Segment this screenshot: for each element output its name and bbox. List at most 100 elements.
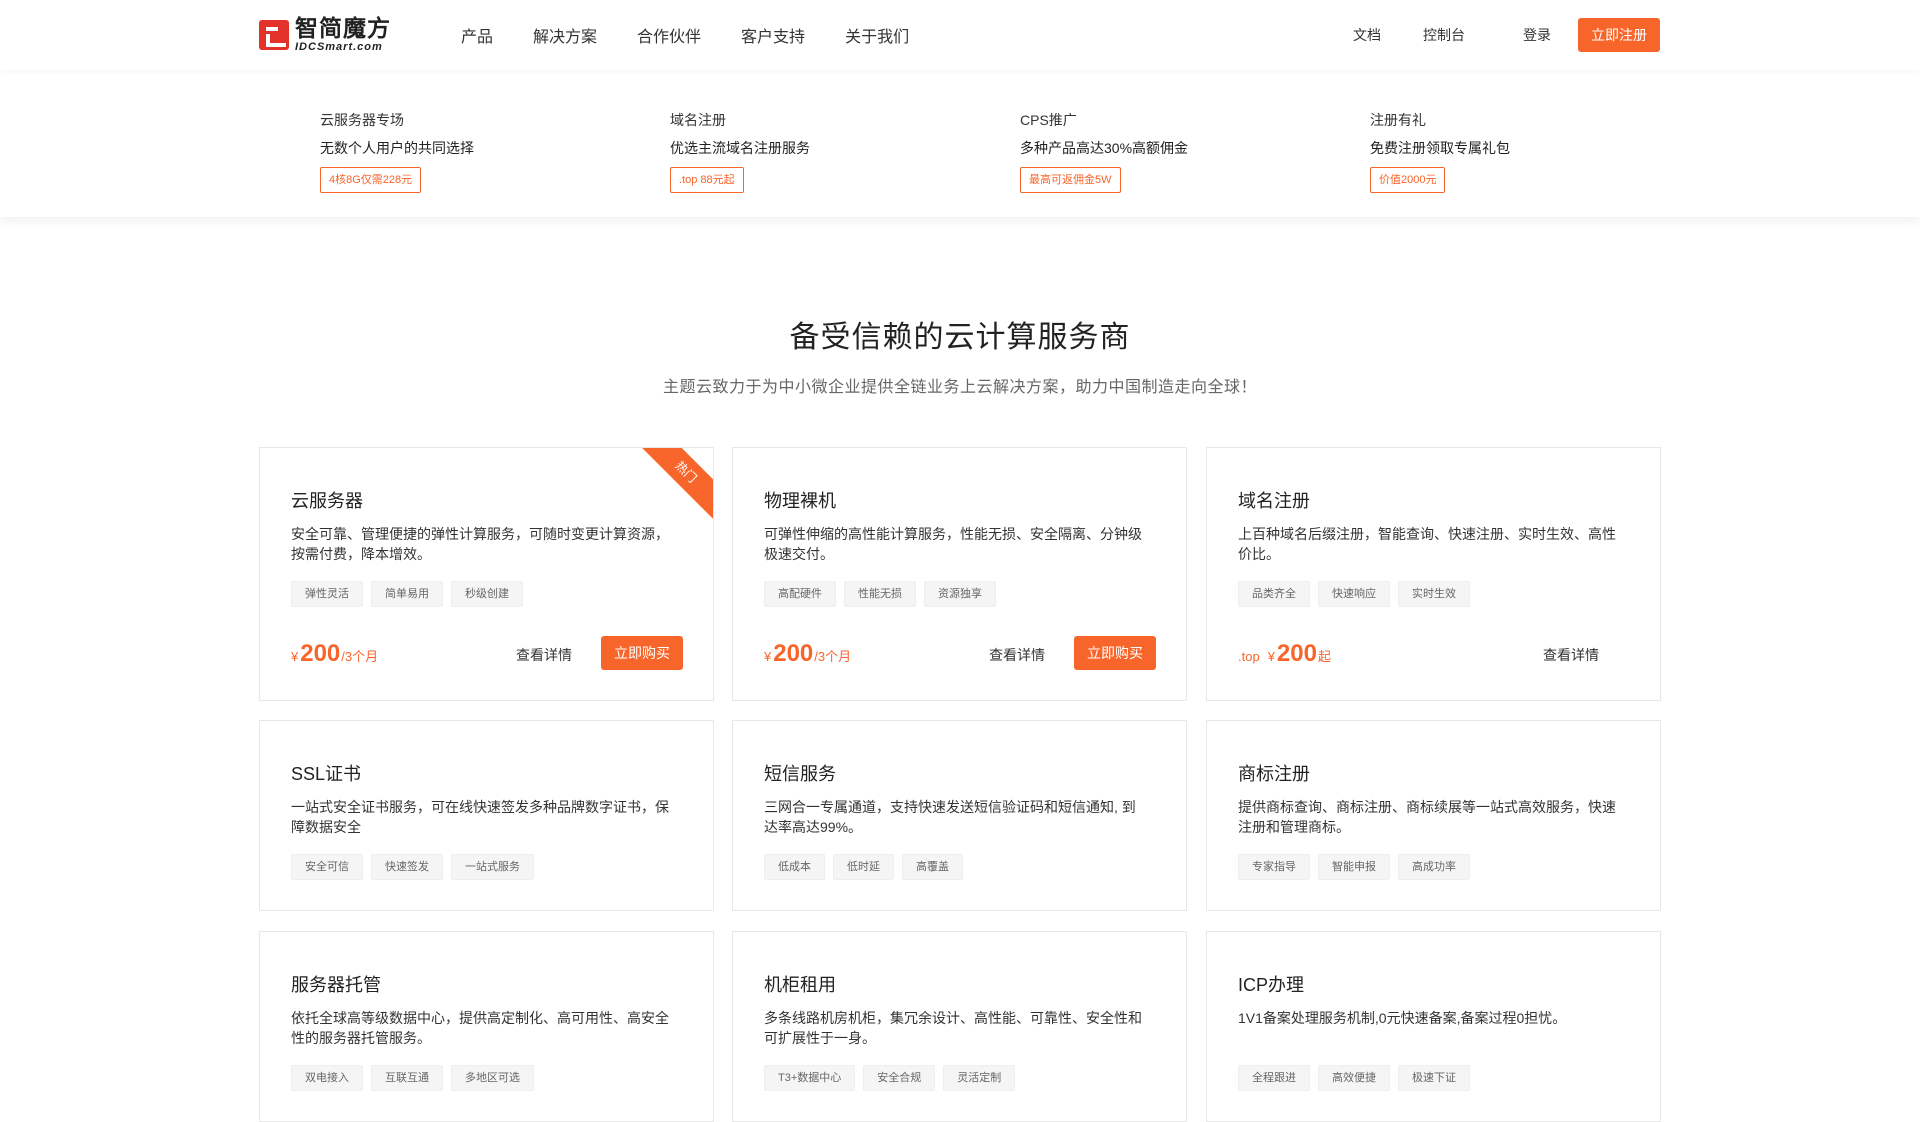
promo-tag: 最高可返佣金5W bbox=[1020, 167, 1121, 193]
promo-desc: 多种产品高达30%高额佣金 bbox=[1020, 140, 1189, 156]
product-card: 短信服务 三网合一专属通道，支持快速发送短信验证码和短信通知, 到达率高达99%… bbox=[732, 720, 1187, 911]
nav-item-support[interactable]: 客户支持 bbox=[741, 23, 805, 47]
logo-subtext: IDCSmart.com bbox=[295, 41, 383, 53]
card-tag: 高配硬件 bbox=[764, 581, 836, 607]
product-card: 服务器托管 依托全球高等级数据中心，提供高定制化、高可用性、高安全性的服务器托管… bbox=[259, 931, 714, 1122]
card-tag: 简单易用 bbox=[371, 581, 443, 607]
card-tags: 专家指导 智能申报 高成功率 bbox=[1238, 854, 1478, 880]
login-link[interactable]: 登录 bbox=[1523, 25, 1551, 45]
logo-text: 智简魔方 bbox=[295, 15, 391, 41]
price-unit: /3个月 bbox=[814, 649, 852, 664]
card-desc: 一站式安全证书服务，可在线快速签发多种品牌数字证书，保障数据安全 bbox=[291, 799, 669, 835]
card-title: SSL证书 bbox=[291, 764, 362, 784]
header: 智简魔方 IDCSmart.com 产品 解决方案 合作伙伴 客户支持 关于我们… bbox=[0, 0, 1920, 70]
card-title: 云服务器 bbox=[291, 491, 363, 511]
nav-item-solutions[interactable]: 解决方案 bbox=[533, 23, 597, 47]
card-title: 短信服务 bbox=[764, 764, 836, 784]
currency-symbol: ¥ bbox=[1267, 649, 1275, 664]
card-price: ¥ 200 /3个月 bbox=[764, 640, 851, 668]
promo-desc: 优选主流域名注册服务 bbox=[670, 140, 810, 156]
product-card: SSL证书 一站式安全证书服务，可在线快速签发多种品牌数字证书，保障数据安全 安… bbox=[259, 720, 714, 911]
promo-tag: 4核8G仅需228元 bbox=[320, 167, 422, 193]
nav-item-partners[interactable]: 合作伙伴 bbox=[637, 23, 701, 47]
card-tag: 多地区可选 bbox=[451, 1065, 534, 1091]
console-link[interactable]: 控制台 bbox=[1423, 25, 1465, 45]
docs-link[interactable]: 文档 bbox=[1353, 25, 1381, 45]
card-title: 商标注册 bbox=[1238, 764, 1310, 784]
card-desc: 多条线路机房机柜，集冗余设计、高性能、可靠性、安全性和可扩展性于一身。 bbox=[764, 1010, 1142, 1046]
card-tag: 安全合规 bbox=[863, 1065, 936, 1091]
card-title: 物理裸机 bbox=[764, 491, 836, 511]
product-card: 商标注册 提供商标查询、商标注册、商标续展等一站式高效服务，快速注册和管理商标。… bbox=[1206, 720, 1661, 911]
promo-desc: 无数个人用户的共同选择 bbox=[320, 140, 474, 156]
product-card: ICP办理 1V1备案处理服务机制,0元快速备案,备案过程0担忧。 全程跟进 高… bbox=[1206, 931, 1661, 1122]
section-title: 备受信赖的云计算服务商 bbox=[789, 321, 1131, 354]
card-tags: 全程跟进 高效便捷 极速下证 bbox=[1238, 1065, 1478, 1091]
promo-title: 域名注册 bbox=[670, 112, 726, 128]
view-details-button[interactable]: 查看详情 bbox=[516, 645, 572, 665]
card-tags: T3+数据中心 安全合规 灵活定制 bbox=[764, 1065, 1023, 1091]
card-desc: 可弹性伸缩的高性能计算服务，性能无损、安全隔离、分钟级极速交付。 bbox=[764, 526, 1142, 562]
promo-title: CPS推广 bbox=[1020, 112, 1077, 128]
card-tag: 双电接入 bbox=[291, 1065, 363, 1091]
view-details-button[interactable]: 查看详情 bbox=[1543, 645, 1599, 665]
card-tag: 弹性灵活 bbox=[291, 581, 363, 607]
promo-title: 注册有礼 bbox=[1370, 112, 1426, 128]
promo-item[interactable]: 注册有礼 免费注册领取专属礼包 价值2000元 bbox=[1370, 111, 1510, 193]
price-value: 200 bbox=[773, 640, 814, 667]
card-title: 服务器托管 bbox=[291, 975, 381, 995]
card-price: ¥ 200 /3个月 bbox=[291, 640, 378, 668]
card-title: 机柜租用 bbox=[764, 975, 836, 995]
card-tags: 弹性灵活 简单易用 秒级创建 bbox=[291, 581, 531, 607]
card-tag: 一站式服务 bbox=[451, 854, 534, 880]
card-tag: 灵活定制 bbox=[943, 1065, 1016, 1091]
card-tag: 性能无损 bbox=[844, 581, 916, 607]
view-details-button[interactable]: 查看详情 bbox=[989, 645, 1045, 665]
price-unit: /3个月 bbox=[341, 649, 379, 664]
card-tag: 品类齐全 bbox=[1238, 581, 1310, 607]
card-desc: 1V1备案处理服务机制,0元快速备案,备案过程0担忧。 bbox=[1238, 1010, 1567, 1026]
promo-item[interactable]: 云服务器专场 无数个人用户的共同选择 4核8G仅需228元 bbox=[320, 111, 474, 193]
card-desc: 上百种域名后缀注册，智能查询、快速注册、实时生效、高性价比。 bbox=[1238, 526, 1616, 562]
nav-item-about[interactable]: 关于我们 bbox=[845, 23, 909, 47]
section-header: 备受信赖的云计算服务商 主题云致力于为中小微企业提供全链业务上云解决方案，助力中… bbox=[0, 312, 1920, 397]
promo-item[interactable]: CPS推广 多种产品高达30%高额佣金 最高可返佣金5W bbox=[1020, 111, 1188, 193]
card-tag: 极速下证 bbox=[1398, 1065, 1470, 1091]
hot-badge: 热门 bbox=[637, 448, 713, 521]
price-prefix: .top bbox=[1238, 649, 1260, 664]
card-tags: 品类齐全 快速响应 实时生效 bbox=[1238, 581, 1478, 607]
card-desc: 依托全球高等级数据中心，提供高定制化、高可用性、高安全性的服务器托管服务。 bbox=[291, 1010, 669, 1046]
card-tags: 低成本 低时延 高覆盖 bbox=[764, 854, 971, 880]
price-value: 200 bbox=[1276, 640, 1317, 667]
promo-desc: 免费注册领取专属礼包 bbox=[1370, 140, 1510, 156]
card-tags: 高配硬件 性能无损 资源独享 bbox=[764, 581, 1004, 607]
currency-symbol: ¥ bbox=[764, 649, 772, 664]
product-card: 物理裸机 可弹性伸缩的高性能计算服务，性能无损、安全隔离、分钟级极速交付。 高配… bbox=[732, 447, 1187, 701]
nav-item-products[interactable]: 产品 bbox=[461, 23, 493, 47]
logo[interactable]: 智简魔方 IDCSmart.com bbox=[259, 15, 391, 55]
promo-title: 云服务器专场 bbox=[320, 112, 404, 128]
card-tag: 秒级创建 bbox=[451, 581, 523, 607]
promo-item[interactable]: 域名注册 优选主流域名注册服务 .top 88元起 bbox=[670, 111, 810, 193]
card-tag: 安全可信 bbox=[291, 854, 363, 880]
card-tag: 低成本 bbox=[764, 854, 825, 880]
card-desc: 安全可靠、管理便捷的弹性计算服务，可随时变更计算资源，按需付费，降本增效。 bbox=[291, 526, 669, 562]
buy-now-button[interactable]: 立即购买 bbox=[601, 636, 683, 670]
card-tag: 实时生效 bbox=[1398, 581, 1470, 607]
card-desc: 提供商标查询、商标注册、商标续展等一站式高效服务，快速注册和管理商标。 bbox=[1238, 799, 1616, 835]
promo-tag: .top 88元起 bbox=[670, 167, 744, 193]
card-tag: 高效便捷 bbox=[1318, 1065, 1390, 1091]
card-tag: T3+数据中心 bbox=[764, 1065, 856, 1091]
price-unit: 起 bbox=[1317, 649, 1331, 664]
buy-now-button[interactable]: 立即购买 bbox=[1074, 636, 1156, 670]
price-value: 200 bbox=[300, 640, 341, 667]
product-card: 域名注册 上百种域名后缀注册，智能查询、快速注册、实时生效、高性价比。 品类齐全… bbox=[1206, 447, 1661, 701]
main-nav: 产品 解决方案 合作伙伴 客户支持 关于我们 bbox=[461, 23, 949, 47]
card-tags: 双电接入 互联互通 多地区可选 bbox=[291, 1065, 542, 1091]
logo-icon bbox=[259, 20, 289, 50]
card-title: 域名注册 bbox=[1238, 491, 1310, 511]
register-button[interactable]: 立即注册 bbox=[1578, 18, 1660, 52]
card-tag: 低时延 bbox=[833, 854, 894, 880]
card-tag: 互联互通 bbox=[371, 1065, 443, 1091]
card-tag: 智能申报 bbox=[1318, 854, 1390, 880]
